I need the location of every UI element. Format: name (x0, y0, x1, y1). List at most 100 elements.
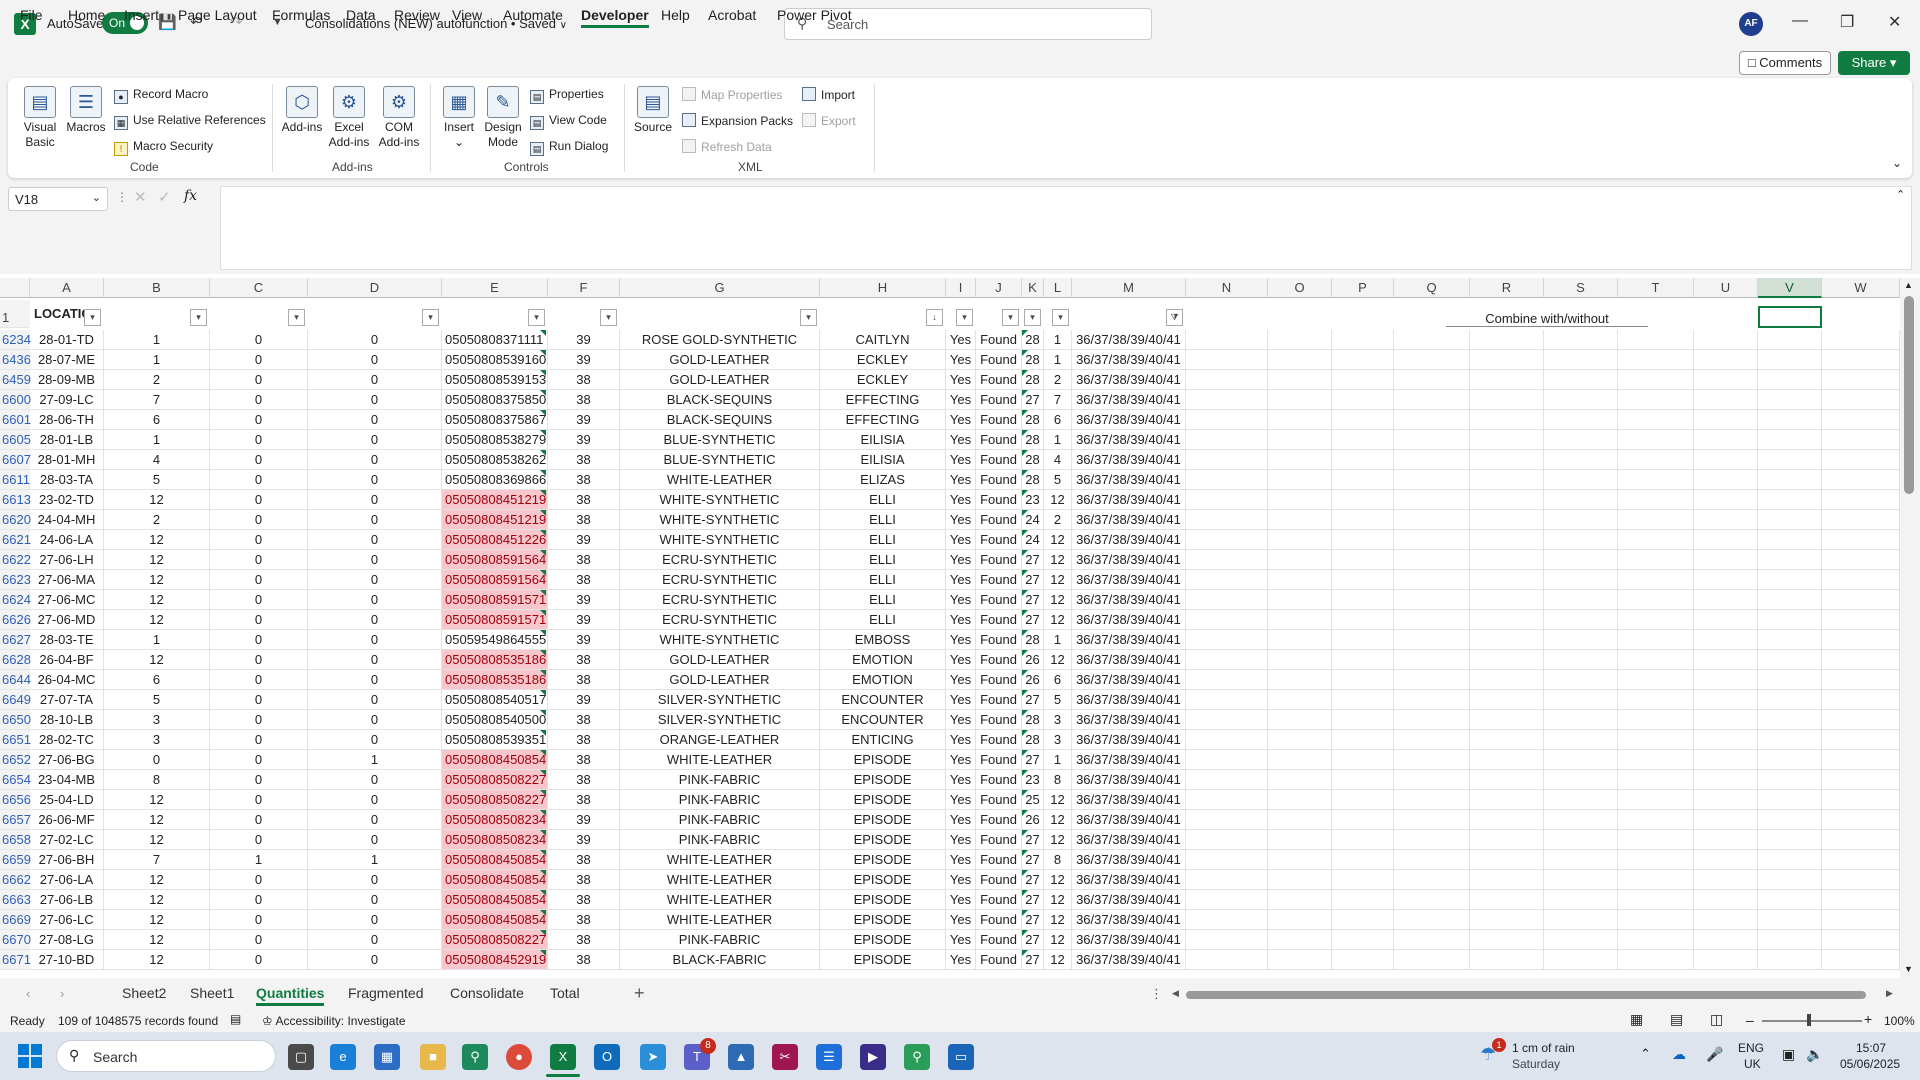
column-header-f[interactable]: F (548, 278, 620, 298)
cell-o[interactable] (1268, 950, 1332, 970)
row-header[interactable]: 6611 (0, 470, 30, 490)
cell-b[interactable]: 3 (104, 710, 210, 730)
cell-c[interactable]: 0 (210, 650, 308, 670)
cell-i[interactable]: Yes (946, 630, 976, 650)
file-explorer-icon[interactable]: ■ (420, 1044, 446, 1070)
cell-l[interactable]: 12 (1044, 910, 1072, 930)
cell-b[interactable]: 12 (104, 830, 210, 850)
cell-q[interactable] (1394, 530, 1470, 550)
cell-p[interactable] (1332, 710, 1394, 730)
cell-g[interactable]: WHITE-LEATHER (620, 910, 820, 930)
cell-s[interactable] (1544, 770, 1618, 790)
cell-d[interactable]: 0 (308, 890, 442, 910)
cell-s[interactable] (1544, 330, 1618, 350)
cell-l[interactable]: 12 (1044, 890, 1072, 910)
cell-u[interactable] (1694, 410, 1758, 430)
cell-d[interactable]: 0 (308, 690, 442, 710)
cell-r[interactable] (1470, 930, 1544, 950)
cell-i[interactable]: Yes (946, 530, 976, 550)
cell-j[interactable]: Found (976, 370, 1022, 390)
cell-i[interactable]: Yes (946, 690, 976, 710)
cell-r[interactable] (1470, 410, 1544, 430)
menu-acrobat[interactable]: Acrobat (708, 7, 756, 23)
cell-m[interactable]: 36/37/38/39/40/41 (1072, 810, 1186, 830)
cell-h[interactable]: EMOTION (820, 670, 946, 690)
cell-r[interactable] (1470, 530, 1544, 550)
cell-b[interactable]: 2 (104, 370, 210, 390)
refresh-data-button[interactable]: Refresh Data (682, 139, 772, 154)
cell-n[interactable] (1186, 410, 1268, 430)
cell-s[interactable] (1544, 950, 1618, 970)
cell-r[interactable] (1470, 370, 1544, 390)
cell-q[interactable] (1394, 450, 1470, 470)
cell-j[interactable]: Found (976, 330, 1022, 350)
cell-c[interactable]: 0 (210, 410, 308, 430)
cell-a[interactable]: 27-08-LG (30, 930, 104, 950)
cell-t[interactable] (1618, 490, 1694, 510)
cell-w[interactable] (1822, 630, 1900, 650)
filter-dropdown-m-icon[interactable]: ⧩ (1166, 309, 1183, 326)
notepad-icon[interactable]: ☰ (816, 1044, 842, 1070)
cell-j[interactable]: Found (976, 570, 1022, 590)
cell-o[interactable] (1268, 710, 1332, 730)
cell-m[interactable]: 36/37/38/39/40/41 (1072, 390, 1186, 410)
cell-b[interactable]: 8 (104, 770, 210, 790)
cell-l[interactable]: 12 (1044, 490, 1072, 510)
cell-e[interactable]: 05050808508227 (442, 930, 548, 950)
cell-h[interactable]: ELIZAS (820, 470, 946, 490)
cell-q[interactable] (1394, 930, 1470, 950)
cell-h[interactable]: ELLI (820, 530, 946, 550)
cell-a[interactable]: 27-06-LH (30, 550, 104, 570)
cell-g[interactable]: SILVER-SYNTHETIC (620, 690, 820, 710)
zoom-level[interactable]: 100% (1884, 1014, 1915, 1028)
cell-o[interactable] (1268, 810, 1332, 830)
microphone-icon[interactable]: 🎤 (1706, 1046, 1723, 1063)
cell-r[interactable] (1470, 450, 1544, 470)
cell-w[interactable] (1822, 330, 1900, 350)
cell-f[interactable]: 39 (548, 350, 620, 370)
cell-o[interactable] (1268, 770, 1332, 790)
scroll-down-icon[interactable]: ▼ (1904, 964, 1913, 974)
row-header[interactable]: 6607 (0, 450, 31, 470)
cell-l[interactable]: 7 (1044, 390, 1072, 410)
cell-w[interactable] (1822, 570, 1900, 590)
use-relative-references-button[interactable]: ▦ Use Relative References (114, 113, 266, 130)
cell-m[interactable]: 36/37/38/39/40/41 (1072, 710, 1186, 730)
cell-b[interactable]: 6 (104, 410, 210, 430)
cell-a[interactable]: 28-02-TC (30, 730, 104, 750)
filter-dropdown-b-icon[interactable]: ▾ (190, 309, 207, 326)
cell-q[interactable] (1394, 510, 1470, 530)
minimize-icon[interactable]: — (1792, 12, 1808, 30)
cell-o[interactable] (1268, 670, 1332, 690)
cell-w[interactable] (1822, 710, 1900, 730)
cell-g[interactable]: PINK-FABRIC (620, 830, 820, 850)
cell-l[interactable]: 2 (1044, 370, 1072, 390)
cell-l[interactable]: 1 (1044, 630, 1072, 650)
cell-o[interactable] (1268, 910, 1332, 930)
sheet-tab-fragmented[interactable]: Fragmented (348, 985, 423, 1001)
cell-a[interactable]: 28-01-MH (30, 450, 104, 470)
row-header[interactable]: 6663 (0, 890, 31, 910)
cell-l[interactable]: 6 (1044, 670, 1072, 690)
cell-e[interactable]: 05050808451219 (442, 510, 548, 530)
cell-d[interactable]: 0 (308, 430, 442, 450)
cell-w[interactable] (1822, 910, 1900, 930)
cell-h[interactable]: EPISODE (820, 810, 946, 830)
cell-h[interactable]: ENTICING (820, 730, 946, 750)
cell-i[interactable]: Yes (946, 590, 976, 610)
com-add-ins-button[interactable]: ⚙ COM Add-ins (376, 86, 422, 150)
macros-button[interactable]: ☰ Macros (64, 86, 108, 135)
cell-p[interactable] (1332, 750, 1394, 770)
cell-p[interactable] (1332, 870, 1394, 890)
cell-j[interactable]: Found (976, 630, 1022, 650)
cell-l[interactable]: 12 (1044, 530, 1072, 550)
cell-d[interactable]: 0 (308, 950, 442, 970)
zoom-slider[interactable] (1762, 1020, 1862, 1022)
task-view-icon[interactable]: ▢ (288, 1044, 314, 1070)
cell-d[interactable]: 0 (308, 470, 442, 490)
menu-developer[interactable]: Developer (581, 7, 649, 28)
menu-help[interactable]: Help (661, 7, 690, 23)
cell-b[interactable]: 12 (104, 610, 210, 630)
cell-d[interactable]: 0 (308, 630, 442, 650)
cell-p[interactable] (1332, 470, 1394, 490)
